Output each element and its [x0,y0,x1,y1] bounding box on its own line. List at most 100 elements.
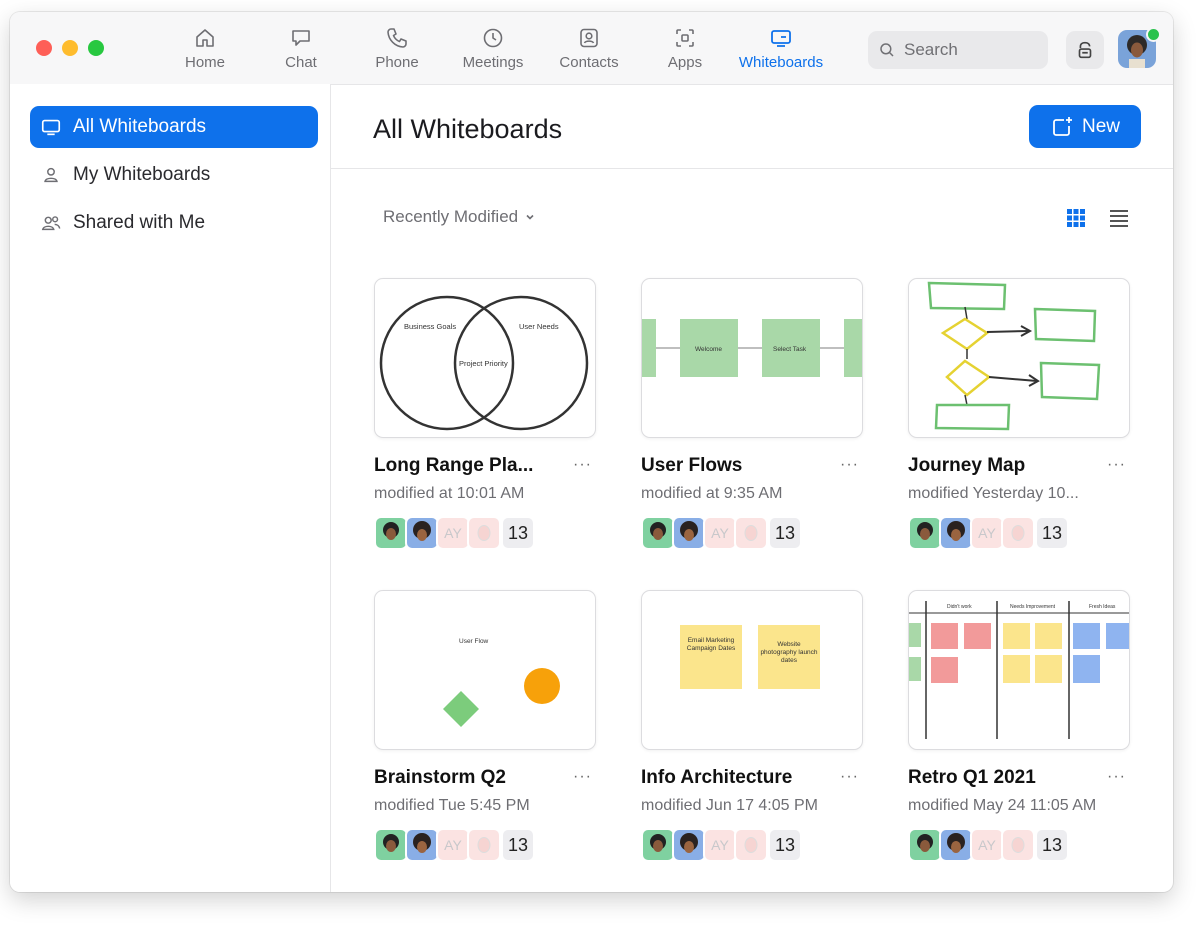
avatar [641,516,675,550]
main-header: All Whiteboards New [331,84,1173,169]
status-button[interactable] [1066,31,1104,69]
new-whiteboard-icon [1053,116,1072,136]
whiteboard-card[interactable]: Email Marketing Campaign Dates Website p… [641,590,863,862]
lock-icon [1078,41,1092,59]
avatar [467,516,501,550]
nav-apps-label: Apps [667,54,703,71]
avatar [1001,516,1035,550]
whiteboard-thumbnail[interactable]: Business Goals User Needs Project Priori… [374,278,596,438]
more-options-icon[interactable]: ··· [1107,456,1126,474]
whiteboard-thumbnail[interactable]: Email Marketing Campaign Dates Website p… [641,590,863,750]
card-title: Brainstorm Q2 [374,767,506,788]
journey-map-thumbnail [927,281,1101,431]
collaborator-count: 13 [768,828,802,862]
more-options-icon[interactable]: ··· [1107,768,1126,786]
whiteboard-card[interactable]: Journey Map ··· modified Yesterday 10...… [908,278,1130,550]
avatar-initials: AY [703,516,737,550]
list-view-icon[interactable] [1108,207,1130,229]
avatar-initials: AY [703,828,737,862]
nav-chat[interactable]: Chat [253,12,349,84]
sidebar-item-my-whiteboards[interactable]: My Whiteboards [30,154,318,196]
close-window-button[interactable] [36,40,52,56]
new-button-label: New [1081,115,1120,137]
search-placeholder: Search [904,40,958,59]
nav-meetings[interactable]: Meetings [445,12,541,84]
whiteboard-thumbnail[interactable]: Welcome Select Task [641,278,863,438]
card-modified: modified Yesterday 10... [908,485,1079,502]
whiteboard-thumbnail[interactable] [908,278,1130,438]
thumb-text: Needs Improvement [1010,604,1056,610]
nav-home-label: Home [184,54,225,71]
avatar [734,828,768,862]
whiteboard-card[interactable]: Didn't work Needs Improvement Fresh Idea… [908,590,1130,862]
nav-phone-label: Phone [375,54,419,71]
nav-home[interactable]: Home [157,12,253,84]
card-modified: modified at 9:35 AM [641,485,783,502]
new-whiteboard-button[interactable]: New [1029,105,1141,148]
nav-phone[interactable]: Phone [349,12,445,84]
people-icon [41,216,61,231]
sidebar-item-shared-with-me[interactable]: Shared with Me [30,202,318,244]
card-title: Long Range Pla... [374,455,534,476]
thumb-text: Select Task [773,346,807,353]
more-options-icon[interactable]: ··· [573,768,592,786]
avatar-initials: AY [436,516,470,550]
brainstorm-thumbnail: User Flow [443,638,560,727]
sidebar-item-label: Shared with Me [73,212,206,233]
window-controls [36,40,104,56]
home-icon [196,29,214,47]
collaborator-count: 13 [1035,516,1069,550]
flowchart-thumbnail: Welcome Select Task [642,319,862,377]
avatar [1001,828,1035,862]
minimize-window-button[interactable] [62,40,78,56]
whiteboard-thumbnail[interactable]: Didn't work Needs Improvement Fresh Idea… [908,590,1130,750]
whiteboard-card[interactable]: Welcome Select Task User Flows ··· modif… [641,278,863,550]
sidebar-item-label: My Whiteboards [73,164,211,185]
nav-contacts[interactable]: Contacts [541,12,637,84]
collaborator-avatars: AY 13 [641,516,863,550]
nav-whiteboards[interactable]: Whiteboards [733,12,829,84]
sidebar-item-all-whiteboards[interactable]: All Whiteboards [30,106,318,148]
sidebar: All Whiteboards My Whiteboards Shared wi… [10,84,331,892]
thumb-text: Didn't work [947,604,972,610]
avatar [939,828,973,862]
collaborator-count: 13 [1035,828,1069,862]
grid-view-icon[interactable] [1065,207,1087,229]
sticky-notes-thumbnail: Email Marketing Campaign Dates Website p… [680,625,820,689]
thumb-text: Website photography launch dates [760,641,818,664]
card-title: User Flows [641,455,743,476]
card-title: Retro Q1 2021 [908,767,1036,788]
chevron-down-icon [526,214,534,220]
chat-icon [292,30,310,46]
whiteboard-thumbnail[interactable]: User Flow [374,590,596,750]
whiteboard-card[interactable]: User Flow Brainstorm Q2 ··· modified Tue… [374,590,596,862]
whiteboard-card[interactable]: Business Goals User Needs Project Priori… [374,278,596,550]
more-options-icon[interactable]: ··· [840,768,859,786]
sort-dropdown[interactable]: Recently Modified [383,207,536,227]
avatar-initials: AY [970,828,1004,862]
avatar [734,516,768,550]
more-options-icon[interactable]: ··· [573,456,592,474]
more-options-icon[interactable]: ··· [840,456,859,474]
app-window: Home Chat Phone Meetings Contacts Apps W… [10,12,1173,892]
search-input[interactable]: Search [868,31,1048,69]
phone-icon [387,28,407,48]
avatar [405,828,439,862]
thumb-text: Project Priority [459,359,508,368]
whiteboard-icon [771,30,791,47]
card-title: Info Architecture [641,767,793,788]
nav-apps[interactable]: Apps [637,12,733,84]
avatar [641,828,675,862]
card-modified: modified at 10:01 AM [374,485,525,502]
collaborator-avatars: AY 13 [374,828,596,862]
thumb-text: Fresh Ideas [1089,604,1116,610]
collaborator-avatars: AY 13 [908,516,1130,550]
collaborator-count: 13 [768,516,802,550]
card-modified: modified May 24 11:05 AM [908,797,1097,814]
avatar-initials: AY [970,516,1004,550]
online-status-dot [1146,27,1161,42]
nav-meetings-label: Meetings [462,54,524,71]
thumb-text: Email Marketing Campaign Dates [686,637,736,652]
maximize-window-button[interactable] [88,40,104,56]
whiteboard-icon [41,119,61,136]
